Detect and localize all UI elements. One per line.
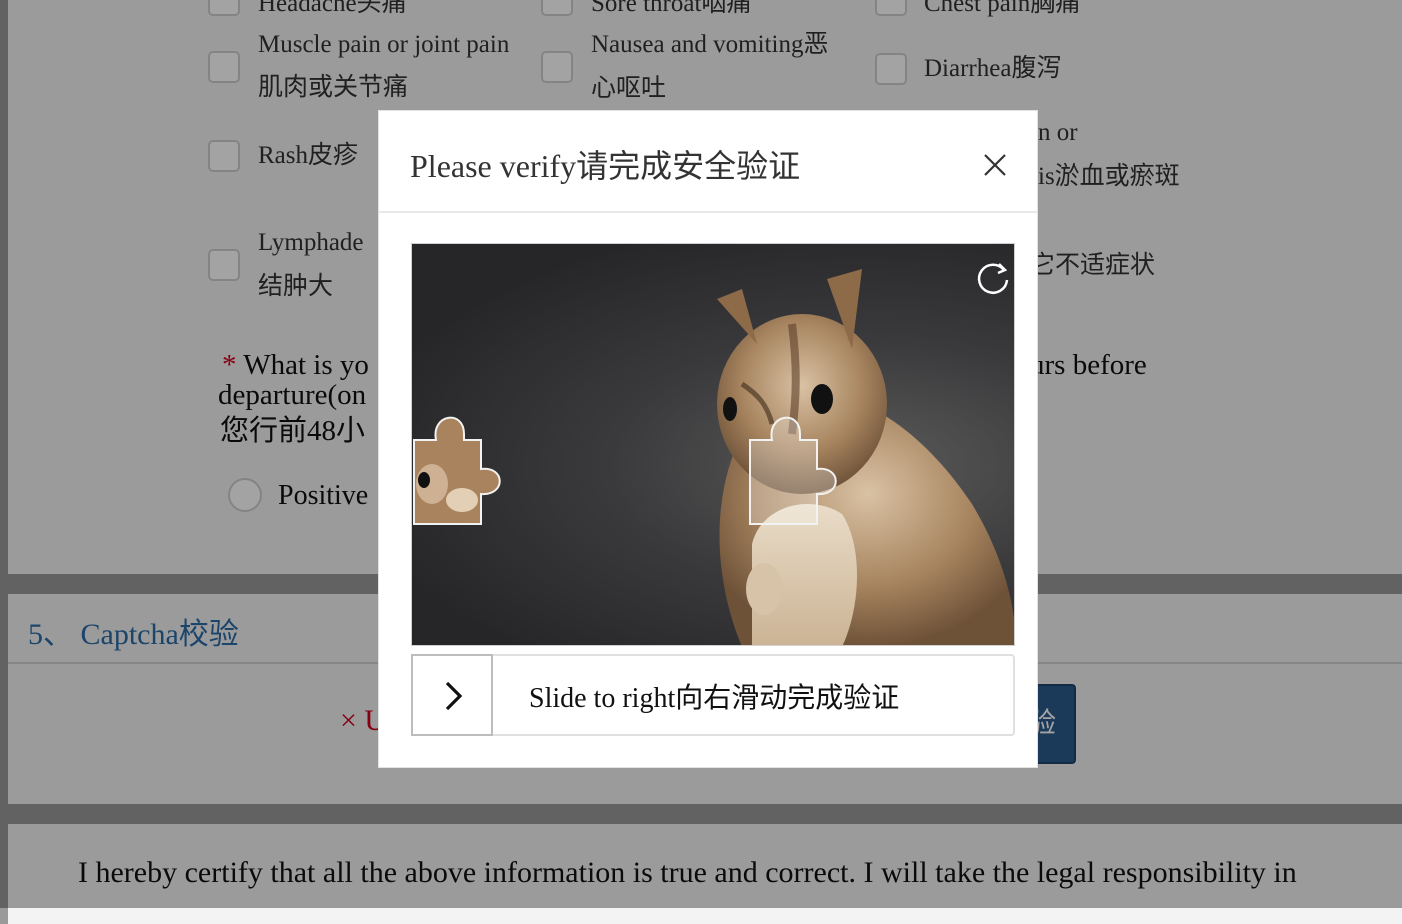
modal-title: Please verify请完成安全验证 (410, 148, 801, 184)
chevron-right-icon (445, 681, 463, 711)
close-icon[interactable] (975, 145, 1015, 185)
slider-text: Slide to right向右滑动完成验证 (529, 683, 900, 714)
captcha-image (411, 243, 1015, 646)
squirrel-image (413, 269, 1014, 645)
verify-modal: Please verify请完成安全验证 Slide to right向右滑动完… (378, 110, 1038, 768)
modal-header: Please verify请完成安全验证 (379, 111, 1037, 213)
slider-handle[interactable] (411, 654, 493, 736)
refresh-icon[interactable] (974, 258, 1012, 296)
slider-track[interactable]: Slide to right向右滑动完成验证 (411, 654, 1015, 736)
